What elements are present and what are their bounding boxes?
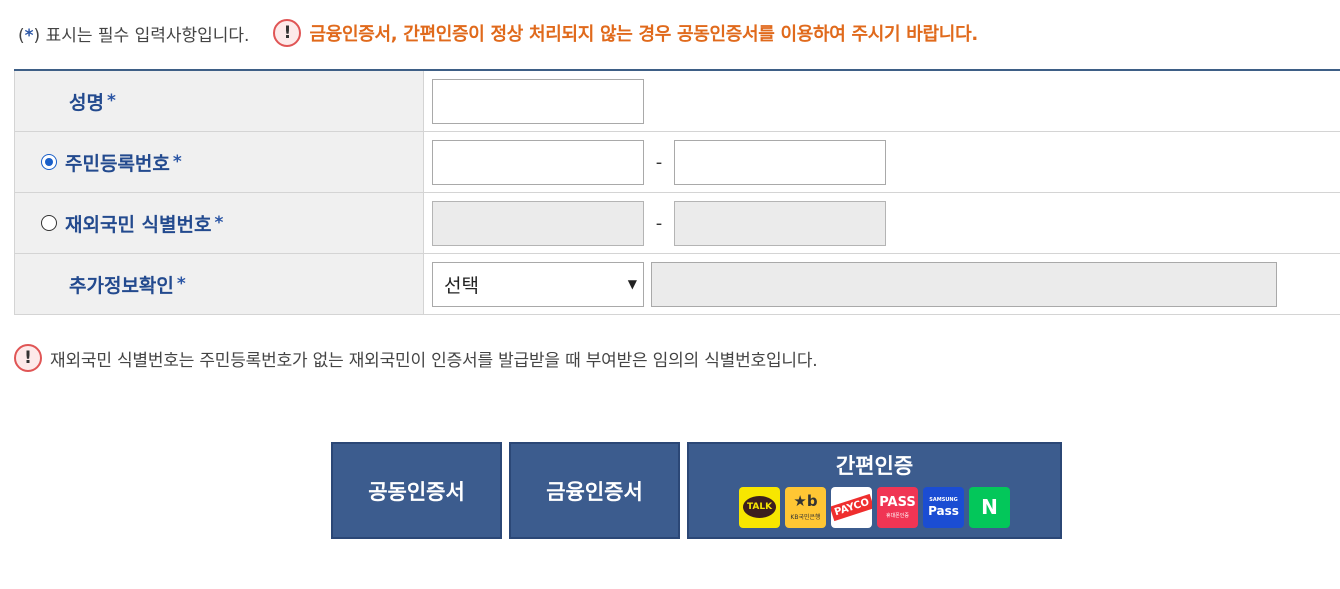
payco-icon-text: PAYCO	[831, 493, 872, 521]
foreign-field-wrap: -	[424, 200, 1340, 246]
payco-icon: PAYCO	[831, 486, 872, 528]
extra-label-cell: 추가정보확인 *	[14, 253, 424, 315]
required-note-prefix: (	[18, 25, 25, 46]
resident-row: 주민등록번호 * -	[14, 131, 1340, 193]
alert-icon: !	[273, 19, 302, 47]
name-label: 성명 *	[15, 88, 423, 115]
naver-icon-text: N	[981, 495, 998, 519]
financial-certificate-label: 금융인증서	[546, 479, 643, 504]
foreign-label-text: 재외국민 식별번호	[65, 213, 212, 236]
simple-auth-label: 간편인증	[835, 453, 914, 478]
extra-info-select[interactable]: 선택 ▼	[432, 261, 644, 307]
required-note-text: ) 표시는 필수 입력사항입니다.	[33, 25, 250, 46]
extra-info-label-text: 추가정보확인	[69, 274, 174, 297]
kb-bank-icon-sub: KB국민은행	[790, 513, 821, 521]
foreign-id-front-input[interactable]	[432, 200, 644, 246]
samsung-pass-icon-text: Pass	[928, 503, 959, 518]
resident-number-back-input[interactable]	[674, 139, 886, 185]
resident-field-cell: -	[423, 131, 1340, 193]
asterisk-icon: *	[214, 213, 224, 233]
asterisk-icon: *	[172, 152, 182, 172]
financial-certificate-button[interactable]: 금융인증서	[509, 442, 680, 539]
samsung-pass-icon: SAMSUNG Pass	[923, 486, 964, 528]
identity-form-table: 성명 * 주민등록번호 * - 재외국민 식별번호 * - 추가정보확인 * 선…	[14, 69, 1340, 315]
form-header: (*) 표시는 필수 입력사항입니다. ! 금융인증서, 간편인증이 정상 처리…	[18, 18, 978, 48]
name-input[interactable]	[432, 78, 644, 124]
foreign-label-cell: 재외국민 식별번호 *	[14, 192, 424, 254]
foreign-id-back-input[interactable]	[674, 200, 886, 246]
name-field-wrap	[424, 78, 1340, 124]
pass-icon-sub: 휴대폰인증	[885, 512, 909, 519]
joint-certificate-button[interactable]: 공동인증서	[331, 442, 502, 539]
naver-icon: N	[969, 486, 1010, 528]
kakaotalk-icon-text: TALK	[743, 496, 776, 518]
foreign-radio[interactable]	[41, 215, 57, 231]
foreign-field-cell: -	[423, 192, 1340, 254]
joint-certificate-label: 공동인증서	[368, 479, 465, 504]
alert-icon: !	[14, 344, 42, 372]
dash-separator: -	[655, 212, 663, 234]
foreign-row: 재외국민 식별번호 * -	[14, 192, 1340, 254]
extra-field-wrap: 선택 ▼	[424, 261, 1340, 307]
extra-info-row: 추가정보확인 * 선택 ▼	[14, 253, 1340, 315]
foreign-id-note-text: 재외국민 식별번호는 주민등록번호가 없는 재외국민이 인증서를 발급받을 때 …	[50, 350, 818, 371]
simple-auth-service-icons: TALK ★b KB국민은행 PAYCO PASS 휴대폰인증 SAMSUNG …	[739, 486, 1010, 528]
cert-alert: ! 금융인증서, 간편인증이 정상 처리되지 않는 경우 공동인증서를 이용하여…	[273, 19, 978, 47]
extra-info-label: 추가정보확인 *	[15, 271, 423, 298]
resident-radio[interactable]	[41, 154, 57, 170]
pass-icon-text: PASS	[879, 494, 916, 510]
kakaotalk-icon: TALK	[739, 486, 780, 528]
resident-label[interactable]: 주민등록번호 *	[15, 149, 423, 176]
select-value: 선택	[444, 274, 479, 297]
extra-field-cell: 선택 ▼	[423, 253, 1340, 315]
resident-label-text: 주민등록번호	[65, 152, 170, 175]
samsung-pass-icon-sub: SAMSUNG	[929, 496, 958, 503]
pass-icon: PASS 휴대폰인증	[877, 486, 918, 528]
name-field-cell	[423, 70, 1340, 132]
kb-bank-icon-logo: ★b	[793, 491, 818, 510]
asterisk-icon: *	[176, 274, 186, 294]
foreign-id-note: ! 재외국민 식별번호는 주민등록번호가 없는 재외국민이 인증서를 발급받을 …	[14, 344, 818, 372]
resident-field-wrap: -	[424, 139, 1340, 185]
name-label-cell: 성명 *	[14, 70, 424, 132]
resident-number-front-input[interactable]	[432, 139, 644, 185]
auth-buttons: 공동인증서 금융인증서 간편인증 TALK ★b KB국민은행 PAYCO PA…	[331, 442, 1062, 539]
name-label-text: 성명	[69, 91, 104, 114]
asterisk-icon: *	[106, 91, 116, 111]
kb-bank-icon: ★b KB국민은행	[785, 486, 826, 528]
chevron-down-icon: ▼	[627, 277, 637, 291]
foreign-label[interactable]: 재외국민 식별번호 *	[15, 210, 423, 237]
required-note: (*) 표시는 필수 입력사항입니다.	[18, 21, 249, 46]
extra-info-input[interactable]	[651, 261, 1277, 307]
dash-separator: -	[655, 151, 663, 173]
name-row: 성명 *	[14, 70, 1340, 132]
asterisk-icon: *	[24, 25, 34, 46]
resident-label-cell: 주민등록번호 *	[14, 131, 424, 193]
cert-alert-text: 금융인증서, 간편인증이 정상 처리되지 않는 경우 공동인증서를 이용하여 주…	[309, 24, 978, 45]
simple-auth-button[interactable]: 간편인증 TALK ★b KB국민은행 PAYCO PASS 휴대폰인증 SAM…	[687, 442, 1062, 539]
